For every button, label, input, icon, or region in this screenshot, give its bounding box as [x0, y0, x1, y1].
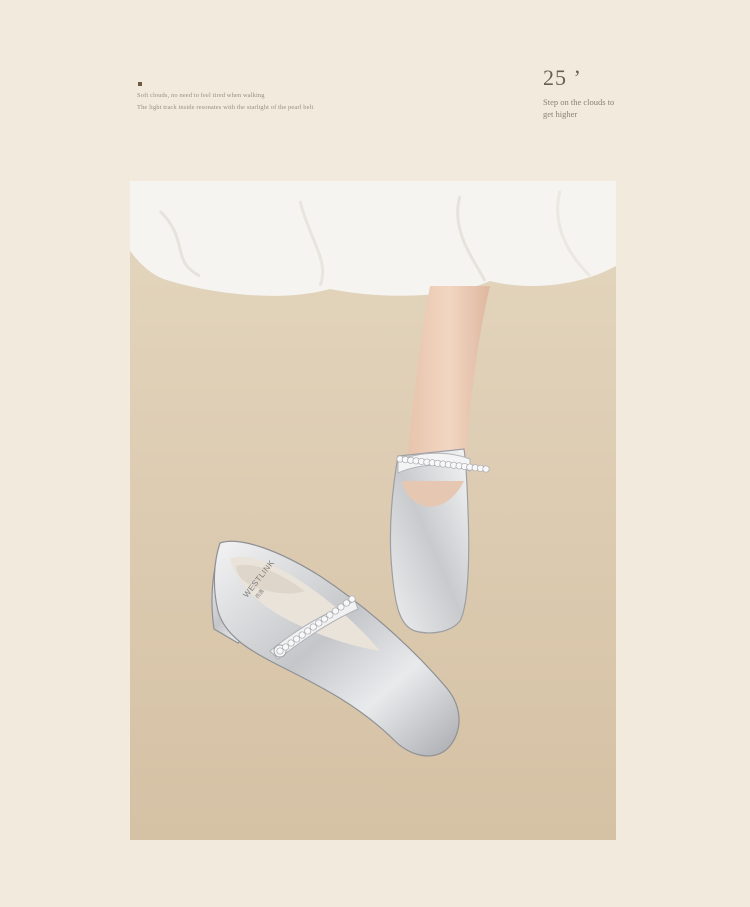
pearl-bead	[287, 639, 295, 647]
badge-number: 25 ’	[543, 65, 582, 90]
pearl-bead	[298, 631, 306, 639]
caption-line-1: Soft clouds, no need to feel tired when …	[137, 92, 265, 99]
standing-shoe	[389, 448, 471, 634]
caption-text: Soft clouds, no need to feel tired when …	[137, 90, 377, 114]
product-photo-illustration: WESTLINK 西遇	[130, 181, 616, 840]
pearl-bead	[326, 611, 334, 619]
pearl-bead	[337, 603, 345, 611]
number-badge: 25 ’ Step on the clouds to get higher	[543, 64, 663, 120]
product-photo: WESTLINK 西遇	[130, 181, 616, 840]
pearl-bead	[276, 647, 284, 655]
pearl-bead	[482, 465, 490, 473]
pearl-bead	[315, 619, 323, 627]
pearl-bead	[348, 595, 356, 603]
pearl-bead	[293, 635, 301, 643]
pearl-bead	[281, 643, 290, 651]
pearl-bead	[342, 599, 351, 607]
pearl-bead	[304, 627, 312, 635]
badge-tagline: Step on the clouds to get higher	[543, 97, 615, 119]
white-skirt	[130, 181, 616, 296]
caption-line-2: The light track inside resonates with th…	[137, 104, 314, 111]
bullet-marker	[138, 82, 142, 86]
pearl-bead	[320, 615, 328, 623]
pearl-bead	[331, 607, 339, 615]
pearl-bead	[309, 623, 317, 631]
